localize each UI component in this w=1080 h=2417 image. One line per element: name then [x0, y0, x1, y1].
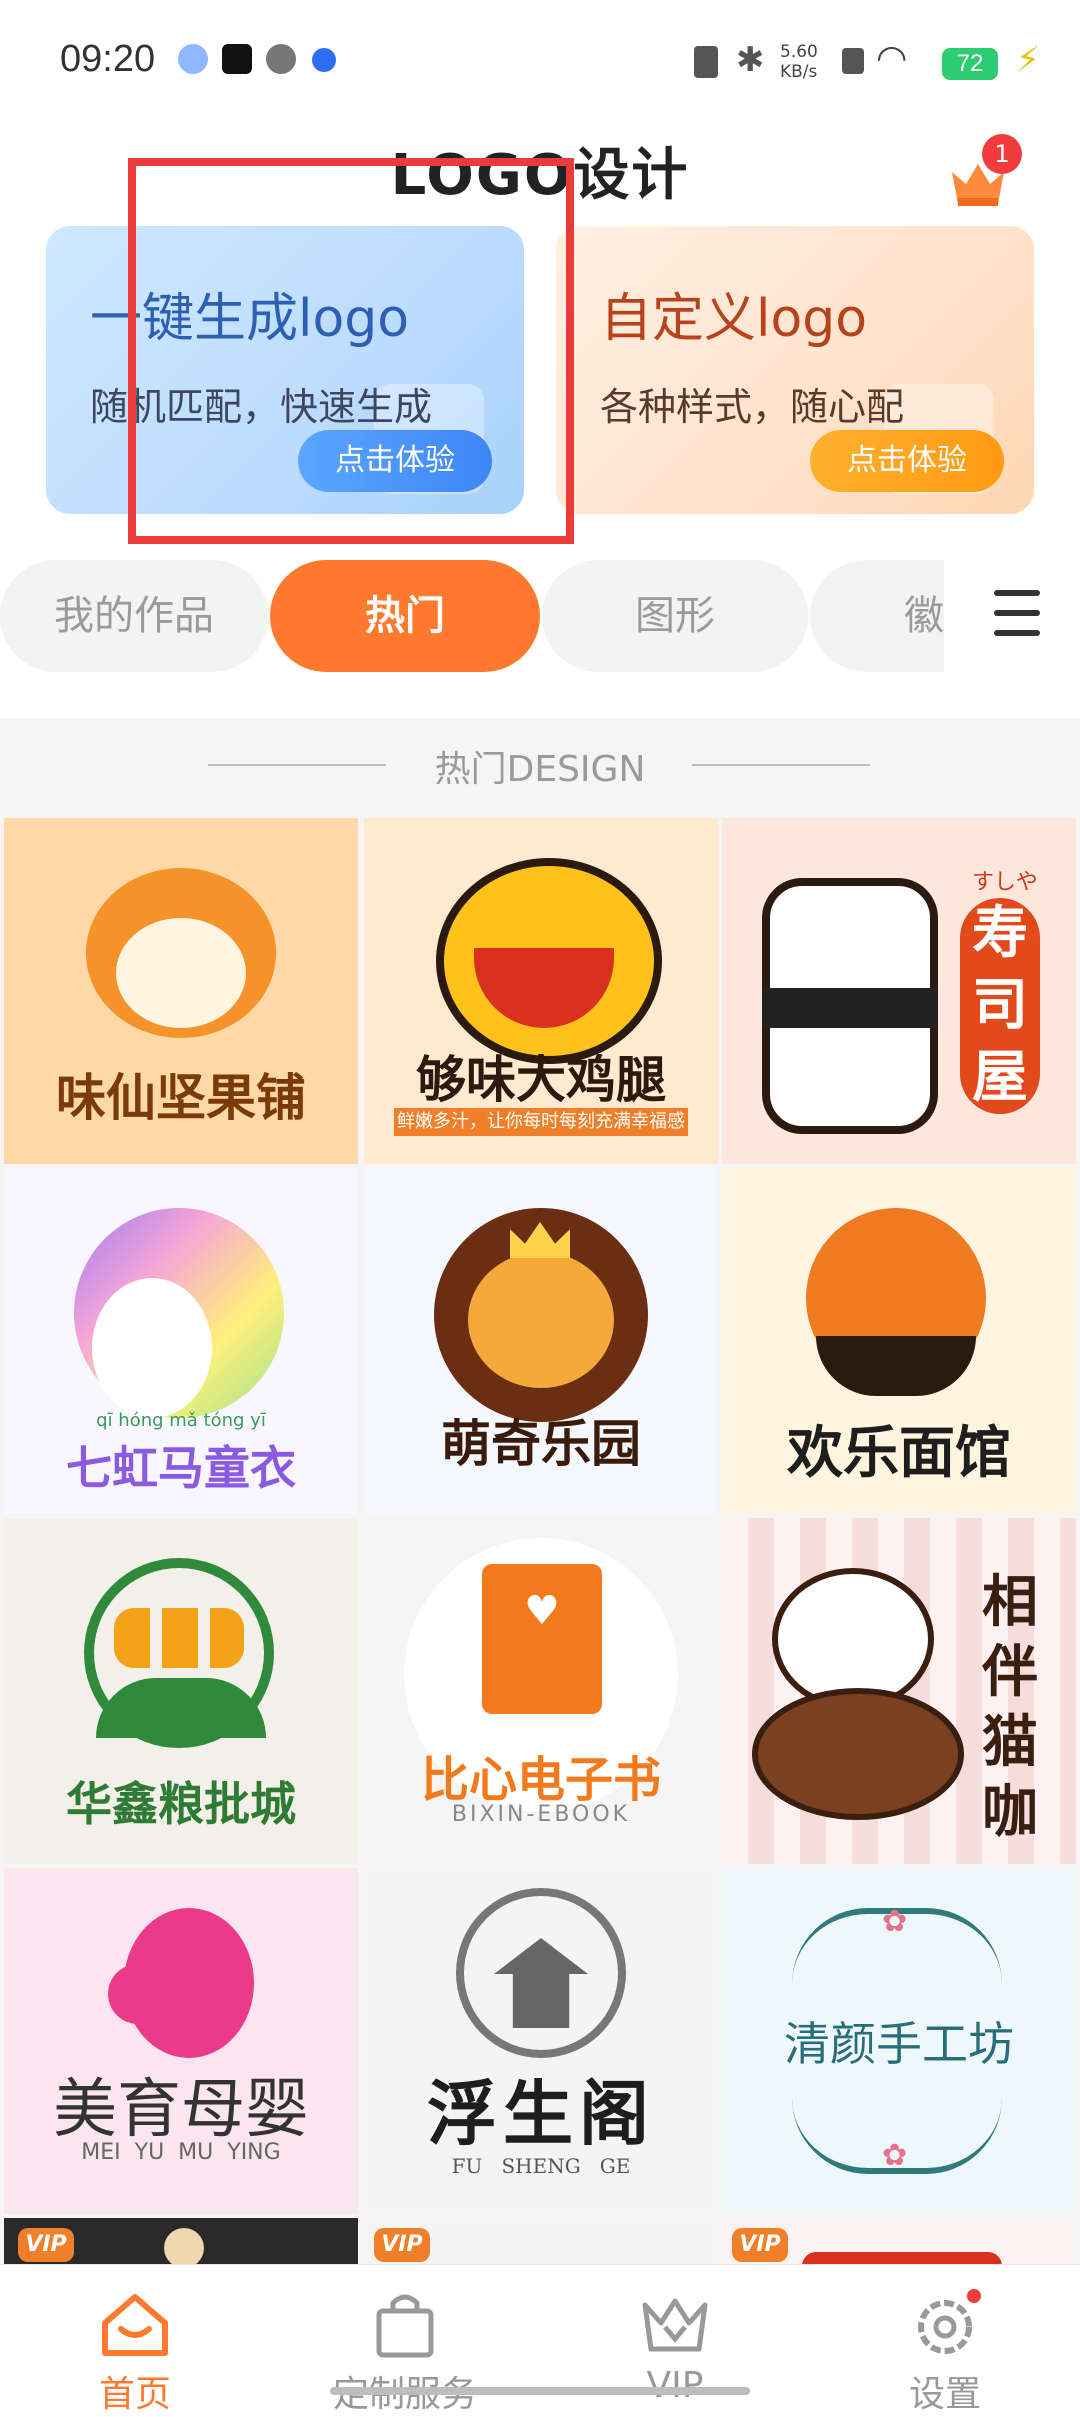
- logo-tile-partial-2[interactable]: VIP: [364, 2218, 718, 2264]
- flower-icon: ✿: [882, 2138, 908, 2173]
- home-icon: [99, 2289, 171, 2361]
- logo-tile-maternity[interactable]: 美育母婴 MEI YU MU YING: [4, 1868, 358, 2214]
- logo-name: 寿司屋: [960, 898, 1040, 1114]
- flower-icon: ✿: [882, 1904, 908, 1939]
- logo-name: 七虹马童衣: [66, 1441, 296, 1495]
- sim-icon: [842, 48, 864, 74]
- coffee-cup: [752, 1688, 964, 1820]
- tiktok-icon: [222, 44, 252, 74]
- logo-tile-partial-1[interactable]: VIP: [4, 2218, 358, 2264]
- logo-name: 美育母婴: [53, 2073, 309, 2147]
- nav-label-vip: VIP: [646, 2365, 704, 2406]
- custom-logo-try-button[interactable]: 点击体验: [810, 430, 1004, 492]
- logo-tile-ebook[interactable]: ♥ 比心电子书 BIXIN-EBOOK: [364, 1518, 718, 1864]
- nav-settings[interactable]: 设置: [810, 2265, 1080, 2415]
- logo-pinyin: qī hóng mǎ tóng yī: [96, 1410, 266, 1431]
- custom-logo-subtitle: 各种样式，随心配: [600, 385, 905, 429]
- bottom-navigation: 首页 定制服务 VIP 设置: [0, 2264, 1080, 2415]
- tab-my-works[interactable]: 我的作品: [0, 560, 268, 672]
- logo-tile-partial-3[interactable]: VIP: [722, 2218, 1076, 2264]
- charging-icon: ⚡: [1016, 40, 1040, 80]
- nav-label-settings: 设置: [908, 2374, 981, 2415]
- bowl-graphic: [816, 1336, 976, 1396]
- nav-label-home: 首页: [98, 2374, 171, 2415]
- logo-tile-noodle-shop[interactable]: 欢乐面馆: [722, 1168, 1076, 1514]
- tab-shapes[interactable]: 图形: [542, 560, 808, 672]
- logo-name: 清颜手工坊: [784, 2017, 1014, 2071]
- bluetooth-icon: ✱: [736, 40, 765, 80]
- vip-badge: VIP: [18, 2228, 74, 2262]
- app-icon-blue: [312, 48, 336, 72]
- logo-name: 欢乐面馆: [787, 1421, 1011, 1486]
- unicorn-head: [92, 1278, 212, 1418]
- wifi-icon: ◠: [876, 38, 908, 79]
- category-tabs: 我的作品 热门 图形 徽: [0, 560, 1080, 672]
- logo-subtitle: FU SHENG GE: [451, 2154, 631, 2178]
- vip-badge: VIP: [374, 2228, 430, 2262]
- net-speed: 5.60 KB/s: [780, 42, 818, 82]
- clock: 09:20: [60, 38, 156, 80]
- tab-badge[interactable]: 徽: [810, 560, 944, 672]
- logo-tile-grain-wholesale[interactable]: 华鑫粮批城: [4, 1518, 358, 1864]
- gear-icon: [909, 2289, 981, 2361]
- baby-graphic: [108, 1964, 168, 2024]
- logo-name: 比心电子书: [420, 1752, 661, 1808]
- logo-name: 够味大鸡腿: [416, 1051, 666, 1109]
- logo-tagline: 鲜嫩多汁，让你每时每刻充满幸福感: [394, 1108, 688, 1136]
- logo-tile-pavilion[interactable]: 浮生阁 FU SHENG GE: [364, 1868, 718, 2214]
- logo-name: 萌奇乐园: [441, 1415, 641, 1473]
- logo-tile-cat-cafe[interactable]: 相伴猫咖: [722, 1518, 1076, 1864]
- logo-kana: すしや: [972, 870, 1038, 895]
- notification-badge: 1: [982, 134, 1022, 174]
- logo-name: 相伴猫咖: [982, 1570, 1038, 1845]
- shopping-bag-icon: [369, 2289, 441, 2361]
- settings-notification-dot: [967, 2289, 981, 2303]
- tile-graphic: [802, 2252, 1002, 2264]
- heart-icon: ♥: [524, 1588, 560, 1634]
- logo-tile-kids-clothing[interactable]: qī hóng mǎ tóng yī 七虹马童衣: [4, 1168, 358, 1514]
- logo-subtitle: BIXIN-EBOOK: [451, 1802, 631, 1827]
- lion-face: [468, 1252, 614, 1388]
- logo-name: 浮生阁: [427, 2073, 655, 2155]
- logo-name: 华鑫粮批城: [66, 1777, 296, 1831]
- app-icon: [266, 44, 296, 74]
- wheat-graphic: [114, 1608, 244, 1668]
- vibrate-icon: [694, 46, 718, 78]
- hamster-face: [116, 918, 246, 1028]
- logo-tile-handcraft[interactable]: ✿ 清颜手工坊 ✿: [722, 1868, 1076, 2214]
- highlight-box: [128, 158, 574, 544]
- tile-graphic: [164, 2228, 204, 2264]
- logo-tile-chicken-leg[interactable]: 够味大鸡腿 鲜嫩多汁，让你每时每刻充满幸福感: [364, 818, 718, 1164]
- status-bar: 09:20 ✱ 5.60 KB/s ◠ 72 ⚡: [0, 0, 1080, 120]
- custom-logo-title: 自定义logo: [600, 289, 868, 349]
- logo-name: 味仙坚果铺: [56, 1069, 306, 1127]
- vip-crown-icon: [639, 2289, 711, 2361]
- qq-icon: [178, 44, 208, 74]
- section-title: 热门DESIGN: [434, 749, 646, 790]
- book-graphic: [482, 1564, 602, 1714]
- menu-icon[interactable]: [994, 590, 1040, 640]
- custom-logo-card[interactable]: 自定义logo 各种样式，随心配 点击体验: [556, 226, 1034, 514]
- logo-tile-sushi[interactable]: すしや 寿司屋: [722, 818, 1076, 1164]
- divider-right: [692, 764, 870, 766]
- vip-badge: VIP: [732, 2228, 788, 2262]
- home-indicator[interactable]: [330, 2387, 750, 2395]
- nav-home[interactable]: 首页: [0, 2265, 270, 2415]
- logo-tile-amusement-park[interactable]: 萌奇乐园: [364, 1168, 718, 1514]
- tab-hot[interactable]: 热门: [270, 560, 540, 672]
- nori-band: [762, 988, 938, 1028]
- battery-indicator: 72: [942, 48, 998, 80]
- logo-subtitle: MEI YU MU YING: [81, 2140, 281, 2165]
- logo-tile-nut-shop[interactable]: 味仙坚果铺: [4, 818, 358, 1164]
